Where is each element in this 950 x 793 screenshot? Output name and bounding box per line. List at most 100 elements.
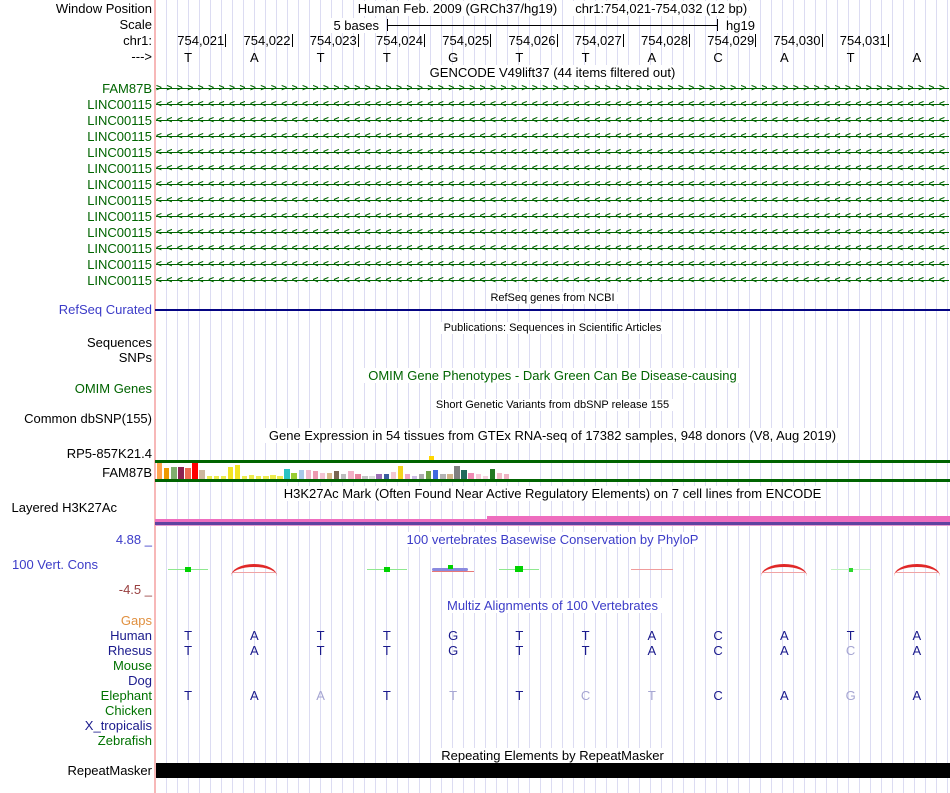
- h3k27ac-track-segment-left[interactable]: [155, 519, 487, 526]
- alignment-row-mouse[interactable]: Mouse: [0, 658, 950, 673]
- alignment-base: T: [581, 628, 590, 643]
- gtex-tissue-bar: [157, 463, 163, 479]
- species-label[interactable]: Mouse: [0, 658, 152, 673]
- h3k27ac-lightpink-layer: [487, 525, 950, 526]
- gene-track[interactable]: <<<<<<<<<<<<<<<<<<<<<<<<<<<<<<<<<<<<<<<<…: [156, 114, 949, 128]
- gene-label[interactable]: LINC00115: [0, 226, 152, 240]
- alignment-base: G: [448, 643, 459, 658]
- dbsnp-title-row: Short Genetic Variants from dbSNP releas…: [155, 398, 950, 412]
- gene-row: LINC00115 <<<<<<<<<<<<<<<<<<<<<<<<<<<<<<<…: [0, 258, 950, 272]
- gene-track[interactable]: <<<<<<<<<<<<<<<<<<<<<<<<<<<<<<<<<<<<<<<<…: [156, 274, 949, 288]
- species-label[interactable]: Rhesus: [0, 643, 152, 658]
- gene-label[interactable]: LINC00115: [0, 178, 152, 192]
- h3k27ac-track-segment-right[interactable]: [487, 516, 950, 526]
- alignment-base: C: [845, 643, 856, 658]
- alignment-row-x_tropicalis[interactable]: X_tropicalis: [0, 718, 950, 733]
- header-title-row: Human Feb. 2009 (GRCh37/hg19) chr1:754,02…: [155, 1, 950, 16]
- scale-label: Scale: [119, 17, 152, 32]
- coordinate-label[interactable]: 754,029: [690, 34, 757, 47]
- coordinate-ruler[interactable]: 754,021 754,022 754,023 754,024 754,025 754,0…: [160, 34, 950, 48]
- alignment-row-rhesus[interactable]: Rhesus T A T T G T T A C A C A: [0, 643, 950, 658]
- gtex-tissue-bar: [227, 467, 234, 479]
- gene-label[interactable]: LINC00115: [0, 194, 152, 208]
- alignment-row-elephant[interactable]: Elephant T A A T T T C T C A G A: [0, 688, 950, 703]
- gene-track[interactable]: <<<<<<<<<<<<<<<<<<<<<<<<<<<<<<<<<<<<<<<<…: [156, 98, 949, 112]
- gtex-tissue-bar: [390, 472, 396, 479]
- omim-genes-label[interactable]: OMIM Genes: [0, 382, 152, 396]
- phylop-track-label[interactable]: 100 Vert. Cons: [0, 558, 98, 572]
- coordinate-label[interactable]: 754,026: [491, 34, 558, 47]
- gene-row: LINC00115 <<<<<<<<<<<<<<<<<<<<<<<<<<<<<<<…: [0, 98, 950, 112]
- base-letter: A: [780, 50, 789, 65]
- gene-label[interactable]: LINC00115: [0, 98, 152, 112]
- repeatmasker-track[interactable]: [156, 763, 950, 778]
- gene-track[interactable]: <<<<<<<<<<<<<<<<<<<<<<<<<<<<<<<<<<<<<<<<…: [156, 210, 949, 224]
- sequences-label[interactable]: Sequences: [0, 336, 152, 350]
- refseq-curated-track[interactable]: [155, 309, 950, 311]
- alignment-base: T: [382, 688, 391, 703]
- gene-row: LINC00115 <<<<<<<<<<<<<<<<<<<<<<<<<<<<<<<…: [0, 274, 950, 288]
- coordinate-label[interactable]: 754,023: [293, 34, 359, 47]
- gene-track[interactable]: <<<<<<<<<<<<<<<<<<<<<<<<<<<<<<<<<<<<<<<<…: [156, 258, 949, 272]
- gtex-expression-barchart[interactable]: [156, 463, 537, 479]
- gene-label[interactable]: LINC00115: [0, 242, 152, 256]
- gene-track[interactable]: <<<<<<<<<<<<<<<<<<<<<<<<<<<<<<<<<<<<<<<<…: [156, 226, 949, 240]
- gtex-tissue-bar: [192, 463, 198, 479]
- gene-track[interactable]: <<<<<<<<<<<<<<<<<<<<<<<<<<<<<<<<<<<<<<<<…: [156, 130, 949, 144]
- coordinate-label[interactable]: 754,022: [226, 34, 293, 47]
- conservation-track[interactable]: [155, 548, 950, 598]
- gene-label[interactable]: LINC00115: [0, 274, 152, 288]
- alignment-base: A: [912, 688, 922, 703]
- alignment-row-dog[interactable]: Dog: [0, 673, 950, 688]
- species-label[interactable]: Chicken: [0, 703, 152, 718]
- gtex-gene1-track[interactable]: [155, 460, 950, 463]
- species-label[interactable]: Elephant: [0, 688, 152, 703]
- species-label[interactable]: Dog: [0, 673, 152, 688]
- alignment-row-zebrafish[interactable]: Zebrafish: [0, 733, 950, 748]
- coordinate-label[interactable]: 754,025: [425, 34, 492, 47]
- coordinate-label[interactable]: 754,024: [359, 34, 425, 47]
- gene-label[interactable]: LINC00115: [0, 210, 152, 224]
- gene-label[interactable]: LINC00115: [0, 146, 152, 160]
- repeatmasker-label[interactable]: RepeatMasker: [0, 764, 152, 778]
- gene-label[interactable]: LINC00115: [0, 258, 152, 272]
- alignment-row-gaps[interactable]: Gaps: [0, 613, 950, 628]
- species-label[interactable]: Gaps: [0, 613, 152, 628]
- gene-track[interactable]: <<<<<<<<<<<<<<<<<<<<<<<<<<<<<<<<<<<<<<<<…: [156, 242, 949, 256]
- gene-label[interactable]: FAM87B: [0, 82, 152, 96]
- species-label[interactable]: Human: [0, 628, 152, 643]
- alignment-row-chicken[interactable]: Chicken: [0, 703, 950, 718]
- gene-track[interactable]: <<<<<<<<<<<<<<<<<<<<<<<<<<<<<<<<<<<<<<<<…: [156, 178, 949, 192]
- common-dbsnp-label[interactable]: Common dbSNP(155): [0, 412, 152, 426]
- species-label[interactable]: X_tropicalis: [0, 718, 152, 733]
- snps-label[interactable]: SNPs: [0, 351, 152, 365]
- coordinate-label[interactable]: 754,030: [756, 34, 823, 47]
- gene-track[interactable]: <<<<<<<<<<<<<<<<<<<<<<<<<<<<<<<<<<<<<<<<…: [156, 146, 949, 160]
- gene-track[interactable]: <<<<<<<<<<<<<<<<<<<<<<<<<<<<<<<<<<<<<<<<…: [156, 162, 949, 176]
- alignment-base: T: [846, 628, 855, 643]
- gtex-gene2-track[interactable]: [155, 479, 950, 482]
- alignment-row-human[interactable]: Human T A T T G T T A C A T A: [0, 628, 950, 643]
- alignment-base: A: [250, 628, 259, 643]
- gene-label[interactable]: LINC00115: [0, 114, 152, 128]
- gtex-gene2-label[interactable]: FAM87B: [0, 466, 152, 480]
- alignment-base: C: [713, 643, 723, 658]
- conservation-mark-mixed: [430, 564, 476, 576]
- phylop-title-row: 100 vertebrates Basewise Conservation by…: [155, 532, 950, 547]
- gene-track[interactable]: <<<<<<<<<<<<<<<<<<<<<<<<<<<<<<<<<<<<<<<<…: [156, 194, 949, 208]
- layered-h3k27ac-label[interactable]: Layered H3K27Ac: [0, 501, 117, 515]
- gene-track[interactable]: >>>>>>>>>>>>>>>>>>>>>>>>>>>>>>>>>>>>>>>>…: [156, 82, 949, 96]
- gene-label[interactable]: LINC00115: [0, 162, 152, 176]
- gtex-gene1-label[interactable]: RP5-857K21.4: [0, 447, 152, 461]
- species-label[interactable]: Zebrafish: [0, 733, 152, 748]
- gtex-tissue-bar: [178, 467, 184, 479]
- alignment-base: G: [448, 628, 459, 643]
- refseq-curated-label[interactable]: RefSeq Curated: [0, 303, 152, 317]
- repeatmasker-title: Repeating Elements by RepeatMasker: [437, 748, 668, 763]
- coordinate-label[interactable]: 754,031: [823, 34, 889, 47]
- coordinate-label[interactable]: 754,021: [160, 34, 227, 47]
- coordinate-label[interactable]: 754,028: [624, 34, 690, 47]
- gene-label[interactable]: LINC00115: [0, 130, 152, 144]
- strand-label: --->: [131, 49, 152, 64]
- coordinate-label[interactable]: 754,027: [558, 34, 624, 47]
